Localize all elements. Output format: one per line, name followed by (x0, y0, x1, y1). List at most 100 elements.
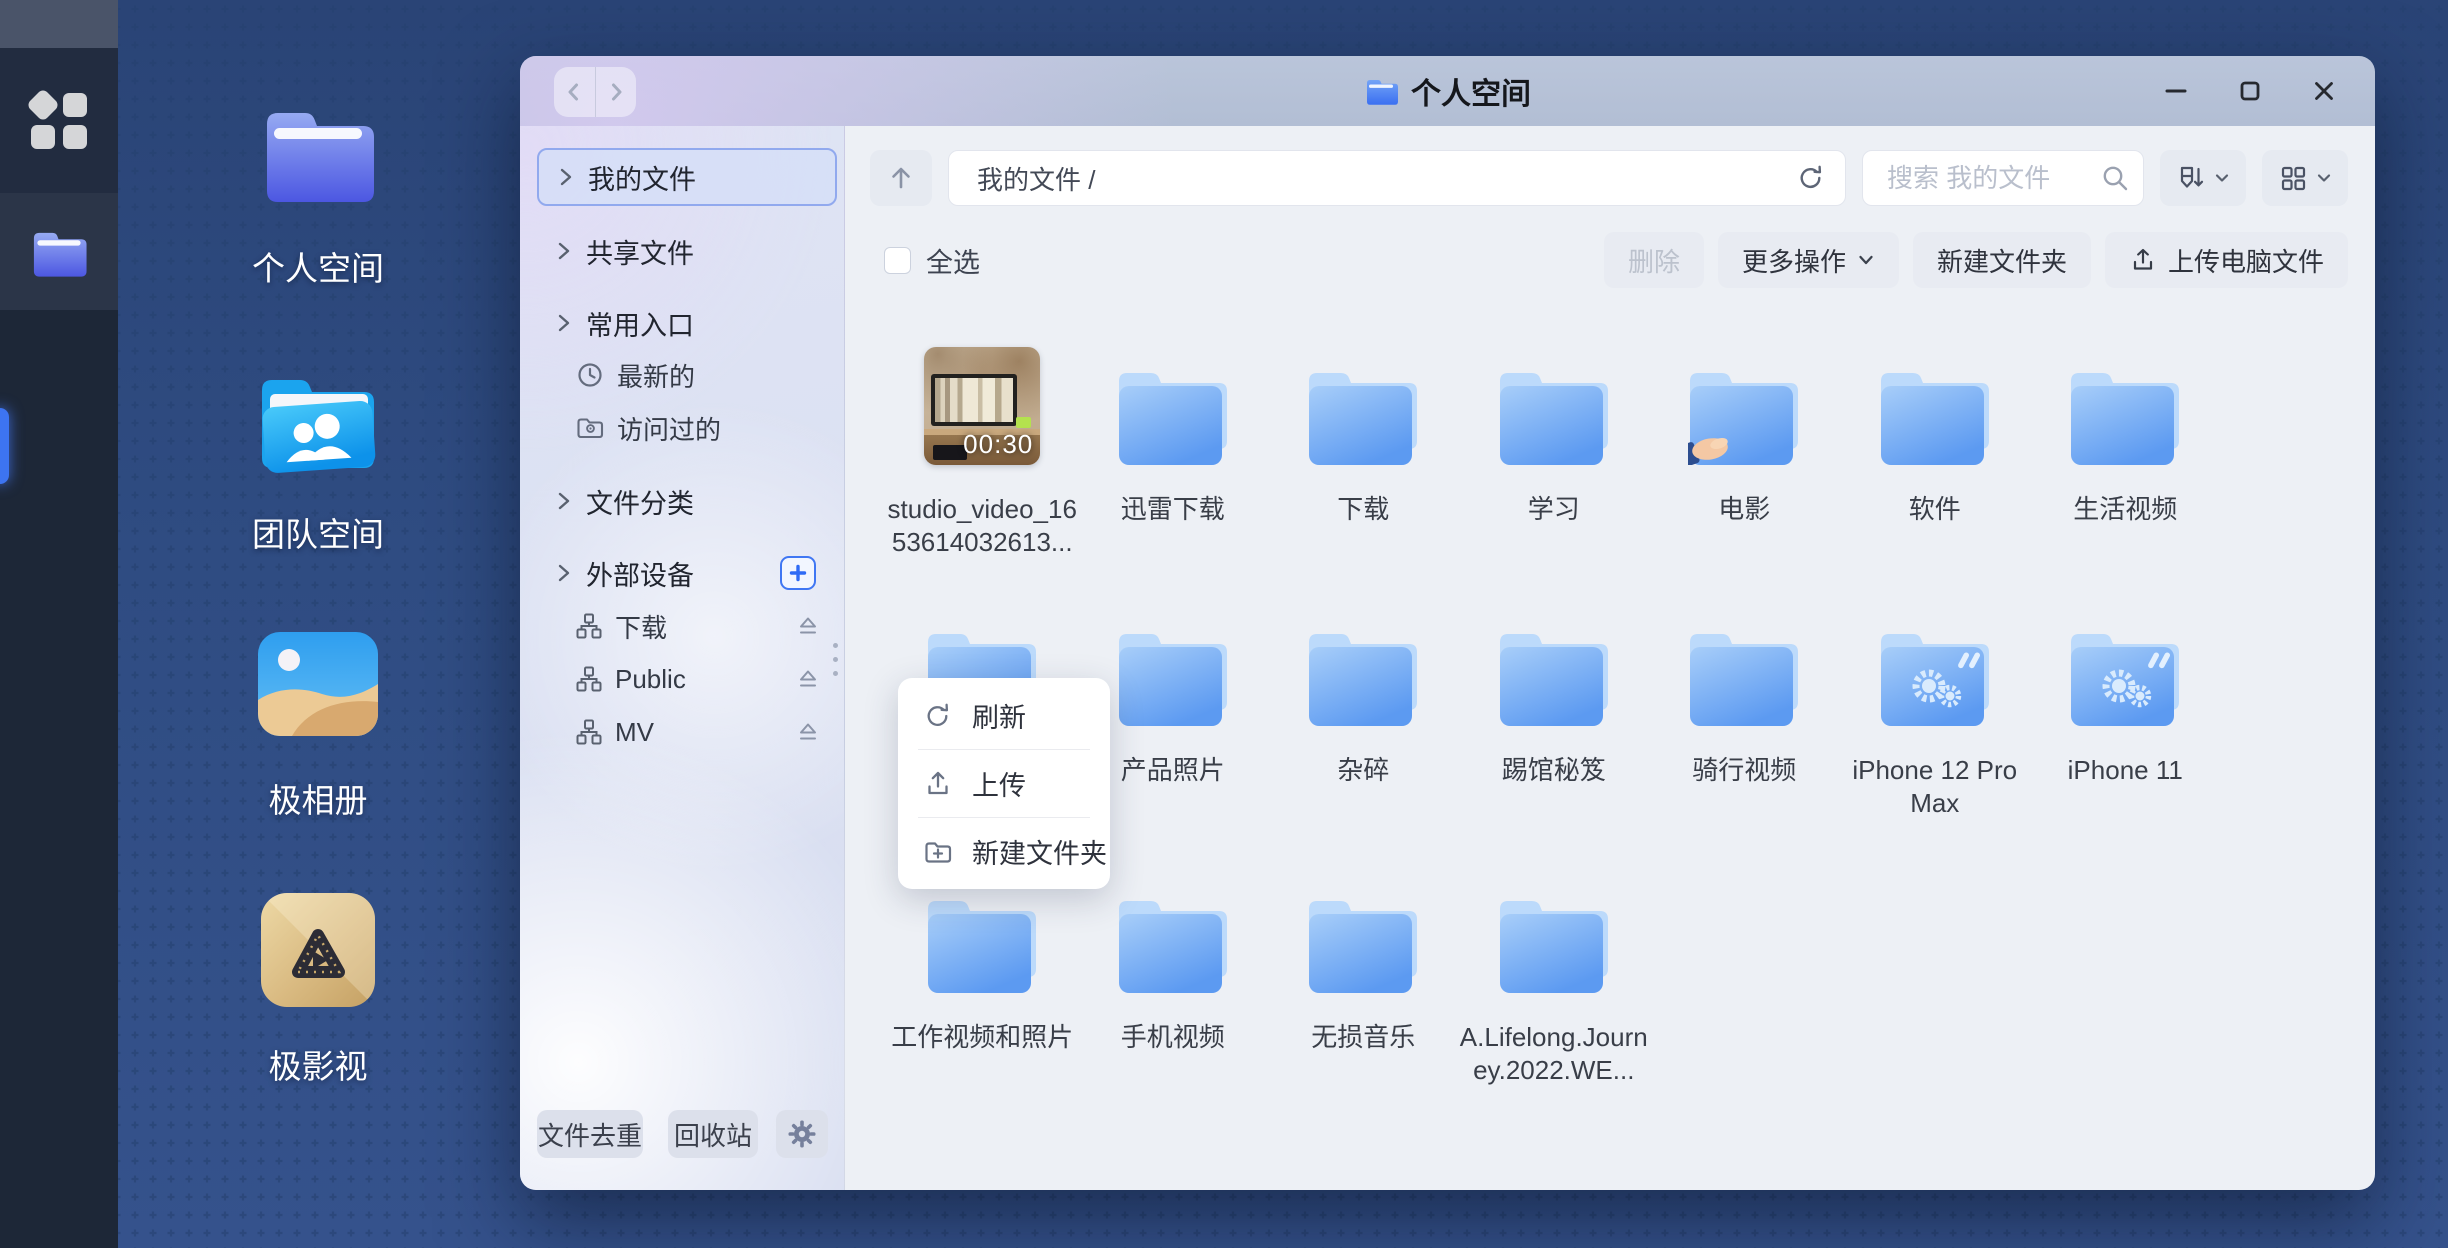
delete-button[interactable]: 删除 (1604, 232, 1704, 288)
sidebar-item-visited[interactable]: 访问过的 (537, 400, 837, 456)
add-device-button[interactable] (780, 556, 816, 590)
clock-icon (575, 360, 605, 390)
personal-space-folder-icon (257, 100, 379, 204)
desktop: 个人空间 团队空间 极相册 (0, 0, 2448, 1248)
video-thumbnail: 00:30 (924, 347, 1040, 465)
folder-item-shared[interactable]: 电影 (1649, 345, 1840, 559)
settings-button[interactable] (776, 1110, 828, 1158)
window-sidebar: 我的文件 共享文件 常用入口 (520, 126, 845, 1190)
sidebar-item-my-files[interactable]: 我的文件 (537, 148, 837, 206)
desktop-icon-movie-app[interactable]: 极影视 (208, 893, 428, 1088)
sidebar-item-file-categories[interactable]: 文件分类 (537, 473, 837, 529)
more-actions-button[interactable]: 更多操作 (1718, 232, 1899, 288)
close-button[interactable] (2301, 68, 2347, 114)
sort-icon (2177, 165, 2205, 191)
recycle-bin-button[interactable]: 回收站 (668, 1110, 758, 1158)
sidebar-item-device-download[interactable]: 下载 (537, 598, 837, 654)
forward-button[interactable] (595, 67, 637, 117)
dock-item-personal-space[interactable] (0, 193, 118, 310)
sidebar-item-recent[interactable]: 最新的 (537, 347, 837, 403)
desktop-icon-team-space[interactable]: 团队空间 (208, 368, 428, 556)
folder-item[interactable]: 学习 (1459, 345, 1650, 559)
folder-icon (1879, 369, 1991, 465)
folder-item[interactable]: 踢馆秘笈 (1459, 606, 1650, 820)
sidebar-item-external-devices[interactable]: 外部设备 (537, 545, 837, 601)
folder-item[interactable]: 杂碎 (1268, 606, 1459, 820)
refresh-path-button[interactable] (1796, 163, 1826, 193)
chevron-right-icon (555, 489, 573, 513)
view-mode-button[interactable] (2262, 150, 2348, 206)
search-box (1862, 150, 2144, 206)
eject-button[interactable] (793, 611, 823, 641)
folder-item[interactable]: 软件 (1840, 345, 2031, 559)
folder-item[interactable]: 骑行视频 (1649, 606, 1840, 820)
app-launcher-button[interactable] (0, 48, 118, 193)
photo-album-app-icon (258, 632, 378, 736)
folder-backup-gears-icon (2069, 630, 2181, 726)
desktop-icon-label: 个人空间 (252, 242, 384, 290)
chevron-right-icon (603, 79, 629, 105)
window-title-folder-icon (1364, 76, 1398, 106)
gear-icon (786, 1118, 818, 1150)
minimize-button[interactable] (2153, 68, 2199, 114)
eject-icon (794, 612, 822, 640)
refresh-icon (1796, 163, 1826, 193)
folder-icon (29, 226, 89, 278)
chevron-right-icon (555, 311, 573, 335)
network-device-icon (575, 612, 603, 640)
select-all-checkbox[interactable] (884, 247, 911, 274)
context-menu-upload[interactable]: 上传 (898, 750, 1110, 817)
sidebar-item-device-public[interactable]: Public (537, 651, 837, 707)
desktop-icon-photo-album[interactable]: 极相册 (208, 632, 428, 822)
eject-button[interactable] (793, 664, 823, 694)
folder-item[interactable]: 无损音乐 (1268, 873, 1459, 1087)
up-directory-button[interactable] (870, 150, 932, 206)
folder-item[interactable]: 手机视频 (1078, 873, 1269, 1087)
folder-item-backup[interactable]: iPhone 12 Pro Max (1840, 606, 2031, 820)
folder-icon (1117, 630, 1229, 726)
desktop-icon-label: 团队空间 (252, 508, 384, 556)
network-device-icon (575, 718, 603, 746)
folder-item-backup[interactable]: iPhone 11 (2030, 606, 2221, 820)
folder-icon (1498, 897, 1610, 993)
context-menu-refresh[interactable]: 刷新 (898, 682, 1110, 749)
context-menu: 刷新 上传 (898, 678, 1110, 889)
folder-item[interactable]: A.Lifelong.Journey.2022.WE... (1459, 873, 1650, 1087)
sort-button[interactable] (2160, 150, 2246, 206)
context-menu-new-folder[interactable]: 新建文件夹 (898, 818, 1110, 885)
back-button[interactable] (554, 67, 595, 117)
app-grid-icon (25, 87, 93, 155)
chevron-right-icon (555, 561, 573, 585)
file-item-video[interactable]: 00:30 studio_video_1653614032613... (887, 345, 1078, 559)
folder-item[interactable]: 迅雷下载 (1078, 345, 1269, 559)
folder-item[interactable]: 工作视频和照片 (887, 873, 1078, 1087)
eject-icon (794, 718, 822, 746)
folder-icon (1307, 630, 1419, 726)
new-folder-button[interactable]: 新建文件夹 (1913, 232, 2091, 288)
maximize-button[interactable] (2227, 68, 2273, 114)
sidebar-item-common-entries[interactable]: 常用入口 (537, 295, 837, 351)
personal-space-window: 个人空间 (520, 56, 2375, 1190)
folder-icon (1498, 630, 1610, 726)
eject-button[interactable] (793, 717, 823, 747)
chevron-right-icon (557, 165, 575, 189)
upload-icon (923, 769, 953, 799)
desktop-icon-label: 极影视 (269, 1040, 368, 1088)
folder-item[interactable]: 下载 (1268, 345, 1459, 559)
chevron-down-icon (2316, 172, 2332, 184)
sidebar-item-device-mv[interactable]: MV (537, 704, 837, 760)
search-icon[interactable] (2100, 163, 2130, 193)
path-input[interactable] (948, 150, 1846, 206)
minimize-icon (2163, 78, 2189, 104)
file-grid-row: 工作视频和照片 手机视频 无损音乐 A.Lifelong.Journey.202… (887, 873, 1649, 1087)
sidebar-resize-handle[interactable] (833, 643, 838, 676)
desktop-icon-label: 极相册 (269, 774, 368, 822)
chevron-left-icon (561, 79, 587, 105)
sidebar-item-shared-files[interactable]: 共享文件 (537, 223, 837, 279)
video-duration-badge: 00:30 (963, 429, 1033, 460)
file-dedupe-button[interactable]: 文件去重 (537, 1110, 643, 1158)
folder-item[interactable]: 生活视频 (2030, 345, 2221, 559)
desktop-icon-personal-space[interactable]: 个人空间 (208, 100, 428, 290)
upload-from-pc-button[interactable]: 上传电脑文件 (2105, 232, 2348, 288)
titlebar[interactable]: 个人空间 (520, 56, 2375, 126)
